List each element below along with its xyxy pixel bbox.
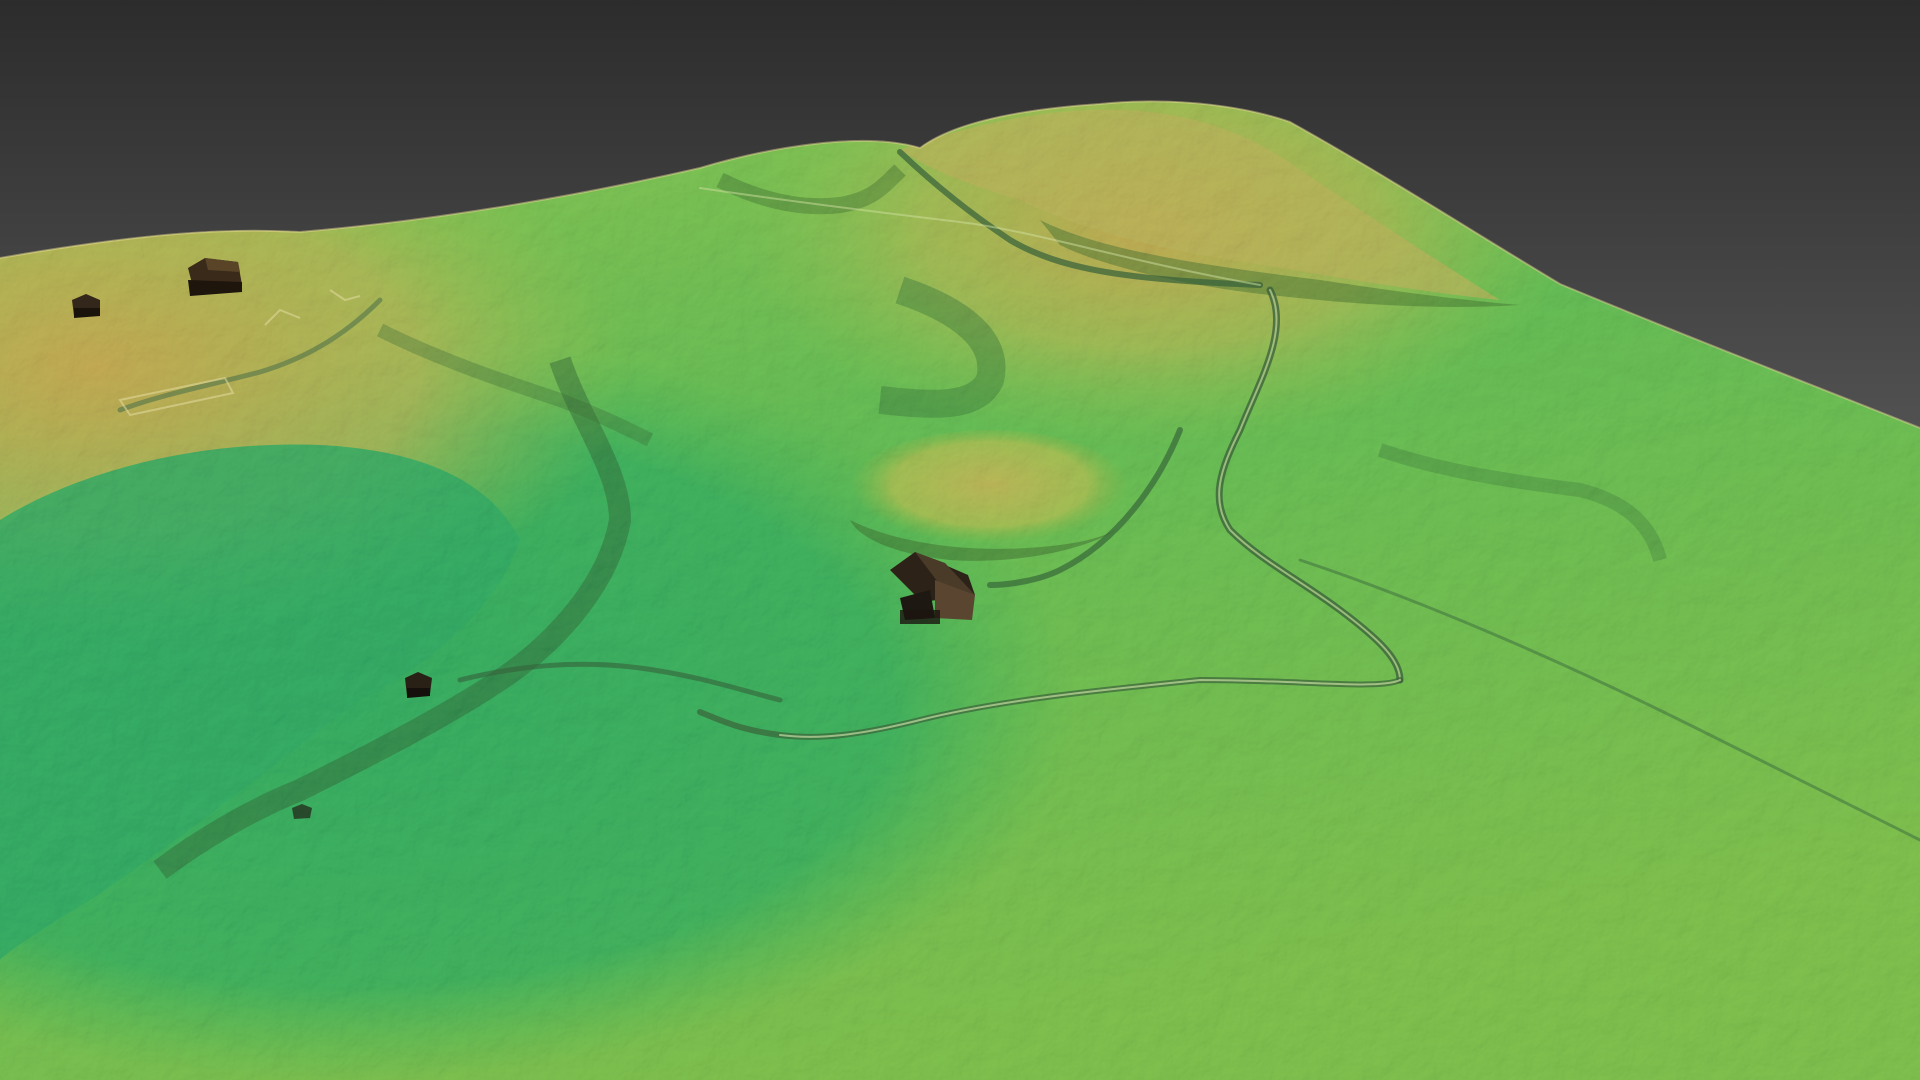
lidar-terrain-viewport[interactable] [0, 0, 1920, 1080]
house-hilltop [188, 258, 242, 296]
terrain-scene [0, 0, 1920, 1080]
